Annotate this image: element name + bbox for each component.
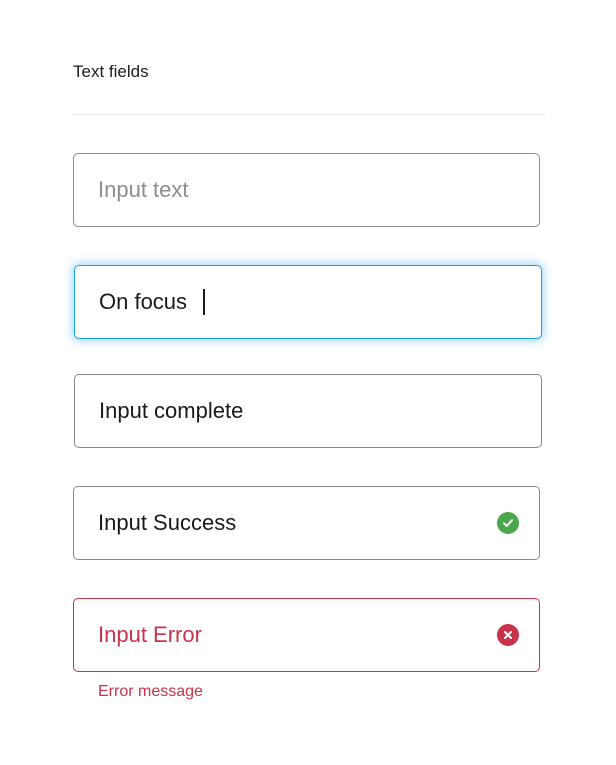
text-field-success [73,486,540,560]
section-divider [73,114,545,115]
section-title: Text fields [73,62,149,81]
text-field-complete [74,374,542,448]
error-message: Error message [98,683,203,700]
text-caret [203,289,205,315]
text-field-focus [74,265,542,339]
check-circle-icon [497,512,519,534]
complete-input[interactable] [99,398,521,424]
text-field-error [73,598,540,672]
focus-input[interactable] [99,289,203,315]
text-field-default [73,153,540,227]
error-input[interactable] [98,622,497,648]
x-circle-icon [497,624,519,646]
success-input[interactable] [98,510,497,536]
default-input[interactable] [98,177,519,203]
